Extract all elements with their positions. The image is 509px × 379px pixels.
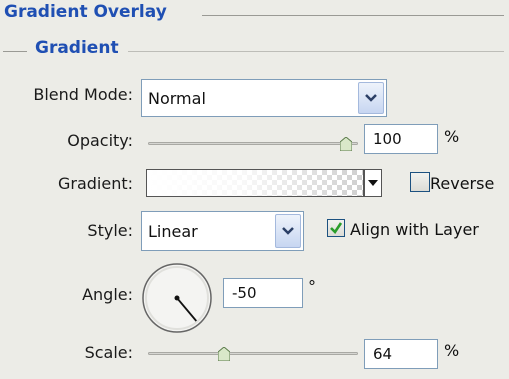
blend-mode-dropdown-button[interactable] bbox=[358, 82, 384, 114]
angle-input[interactable]: -50 bbox=[223, 278, 303, 308]
gradient-label: Gradient: bbox=[57, 174, 133, 193]
scale-slider-track bbox=[148, 352, 358, 355]
checkmark-icon bbox=[330, 222, 343, 235]
scale-slider[interactable] bbox=[148, 347, 358, 361]
blend-mode-select[interactable]: Normal bbox=[141, 79, 387, 117]
gradient-preview-swatch[interactable] bbox=[146, 169, 364, 197]
chevron-down-icon bbox=[282, 227, 294, 235]
caret-down-icon bbox=[368, 180, 378, 186]
opacity-label: Opacity: bbox=[67, 131, 133, 150]
blend-mode-value: Normal bbox=[148, 88, 206, 108]
opacity-slider-thumb[interactable] bbox=[340, 137, 352, 151]
scale-unit: % bbox=[444, 341, 460, 360]
gradient-picker-dropdown[interactable] bbox=[364, 169, 382, 197]
subsection-divider-left bbox=[3, 51, 27, 52]
section-divider bbox=[202, 15, 504, 16]
style-dropdown-button[interactable] bbox=[275, 214, 301, 248]
subsection-divider-right bbox=[128, 51, 504, 52]
scale-label: Scale: bbox=[84, 343, 133, 362]
opacity-slider-track bbox=[148, 142, 358, 145]
align-with-layer-checkbox[interactable] bbox=[327, 219, 345, 237]
scale-slider-thumb[interactable] bbox=[218, 347, 230, 361]
reverse-checkbox[interactable] bbox=[410, 172, 430, 192]
blend-mode-label: Blend Mode: bbox=[33, 85, 133, 104]
align-with-layer-label[interactable]: Align with Layer bbox=[350, 220, 479, 239]
opacity-slider[interactable] bbox=[148, 137, 358, 151]
angle-label: Angle: bbox=[82, 285, 133, 304]
angle-unit: ° bbox=[308, 277, 316, 296]
chevron-down-icon bbox=[365, 94, 377, 102]
style-value: Linear bbox=[148, 221, 198, 241]
angle-dial[interactable] bbox=[140, 261, 214, 335]
style-select[interactable]: Linear bbox=[141, 211, 304, 251]
style-label: Style: bbox=[87, 221, 133, 240]
reverse-label[interactable]: Reverse bbox=[430, 174, 494, 193]
subsection-title: Gradient bbox=[35, 38, 119, 58]
section-title: Gradient Overlay bbox=[4, 2, 167, 22]
opacity-input[interactable]: 100 bbox=[364, 124, 438, 154]
scale-input[interactable]: 64 bbox=[364, 339, 438, 369]
opacity-unit: % bbox=[444, 127, 460, 146]
